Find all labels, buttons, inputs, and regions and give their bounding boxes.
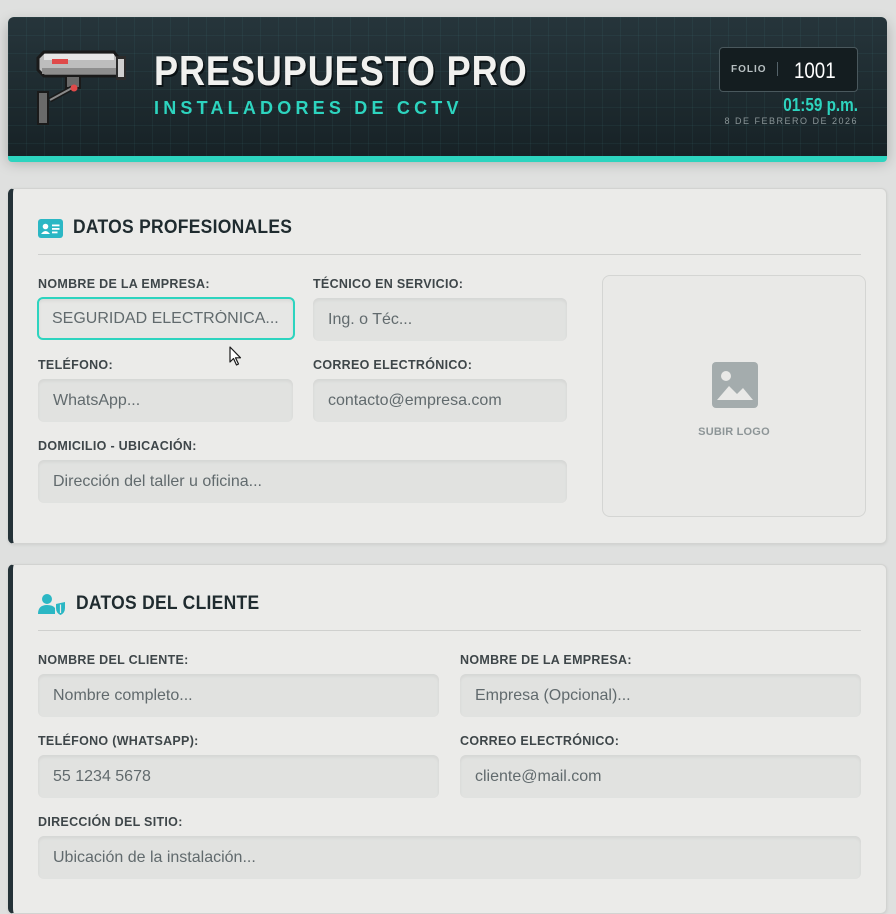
professional-card-divider bbox=[38, 254, 861, 255]
professional-card-header: DATOS PROFESIONALES bbox=[38, 217, 311, 239]
site-address-label: DIRECCIÓN DEL SITIO: bbox=[38, 815, 183, 829]
professional-card-title: DATOS PROFESIONALES bbox=[73, 217, 293, 238]
image-icon bbox=[712, 362, 758, 408]
client-company-input[interactable] bbox=[460, 674, 861, 717]
address-label: DOMICILIO - UBICACIÓN: bbox=[38, 439, 197, 453]
company-name-input[interactable] bbox=[37, 297, 295, 340]
client-card-header: DATOS DEL CLIENTE bbox=[38, 593, 275, 615]
phone-input[interactable] bbox=[38, 379, 293, 422]
id-card-icon bbox=[38, 218, 63, 238]
email-input[interactable] bbox=[313, 379, 567, 422]
folio-label: FOLIO bbox=[731, 64, 767, 75]
client-phone-label: TELÉFONO (WHATSAPP): bbox=[38, 734, 199, 748]
site-address-input[interactable] bbox=[38, 836, 861, 879]
logo-upload[interactable]: SUBIR LOGO bbox=[602, 275, 866, 517]
folio-value: 1001 bbox=[794, 58, 836, 83]
folio-box: FOLIO 1001 bbox=[719, 47, 858, 92]
client-name-input[interactable] bbox=[38, 674, 439, 717]
company-name-label: NOMBRE DE LA EMPRESA: bbox=[38, 277, 210, 291]
email-label: CORREO ELECTRÓNICO: bbox=[313, 358, 473, 372]
logo-upload-label: SUBIR LOGO bbox=[698, 426, 770, 438]
client-card-title: DATOS DEL CLIENTE bbox=[76, 593, 260, 614]
client-data-card: DATOS DEL CLIENTE NOMBRE DEL CLIENTE: NO… bbox=[8, 564, 887, 914]
technician-input[interactable] bbox=[313, 298, 567, 341]
technician-label: TÉCNICO EN SERVICIO: bbox=[313, 277, 464, 291]
folio-divider bbox=[777, 62, 778, 76]
phone-label: TELÉFONO: bbox=[38, 358, 113, 372]
client-email-label: CORREO ELECTRÓNICO: bbox=[460, 734, 620, 748]
client-company-label: NOMBRE DE LA EMPRESA: bbox=[460, 653, 632, 667]
clock-time: 01:59 p.m. bbox=[783, 95, 858, 115]
app-subtitle: INSTALADORES DE CCTV bbox=[154, 98, 463, 118]
user-shield-icon bbox=[38, 594, 65, 615]
professional-data-card: DATOS PROFESIONALES NOMBRE DE LA EMPRESA… bbox=[8, 188, 887, 544]
header-accent-bar bbox=[8, 156, 887, 162]
app-title: PRESUPUESTO PRO bbox=[154, 47, 528, 94]
client-phone-input[interactable] bbox=[38, 755, 439, 798]
client-card-divider bbox=[38, 630, 861, 631]
client-name-label: NOMBRE DEL CLIENTE: bbox=[38, 653, 189, 667]
cctv-camera-icon bbox=[36, 50, 126, 125]
address-input[interactable] bbox=[38, 460, 567, 503]
mouse-cursor-icon bbox=[229, 346, 242, 366]
clock-date: 8 DE FEBRERO DE 2026 bbox=[724, 116, 858, 126]
client-email-input[interactable] bbox=[460, 755, 861, 798]
